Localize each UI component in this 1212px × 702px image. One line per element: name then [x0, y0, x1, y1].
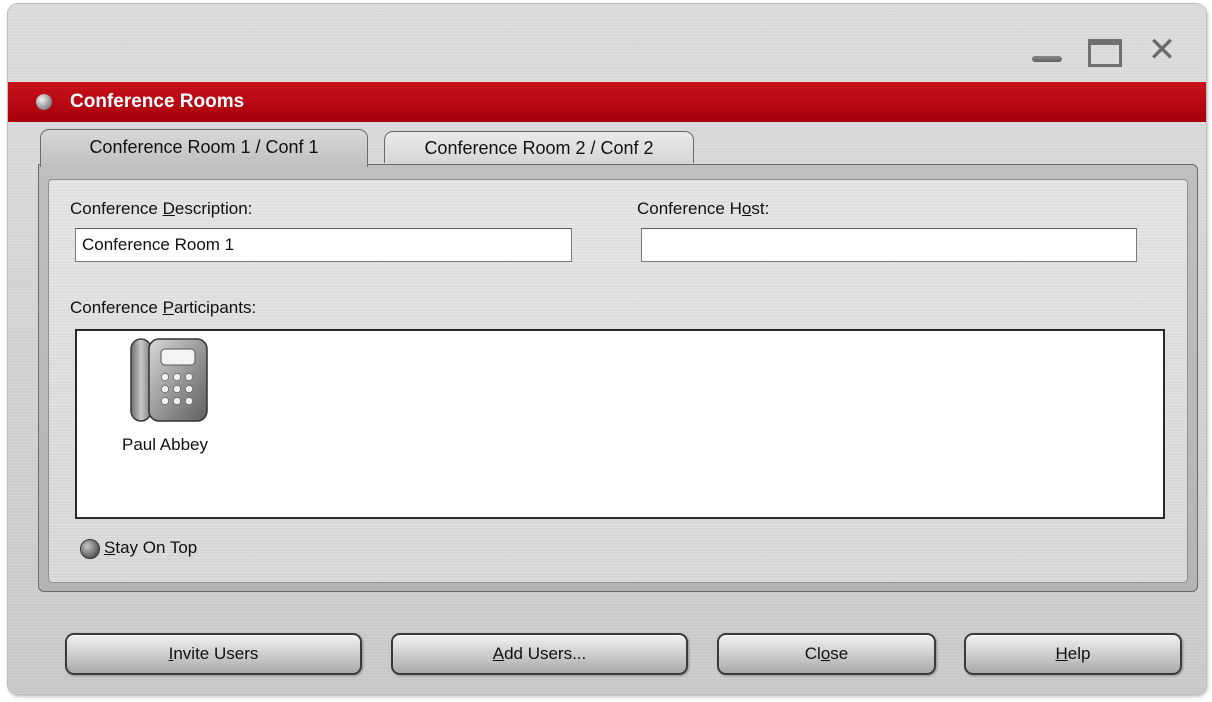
- conference-description-input[interactable]: Conference Room 1: [75, 228, 572, 262]
- conference-participants-label: Conference Participants:: [70, 298, 257, 317]
- title-status-icon: [36, 94, 52, 110]
- stay-on-top-label: Stay On Top: [104, 538, 198, 557]
- tab-conference-room-2[interactable]: Conference Room 2 / Conf 2: [384, 131, 694, 163]
- title-bar: Conference Rooms: [8, 82, 1206, 122]
- conference-host-input[interactable]: [641, 228, 1137, 262]
- window-title: Conference Rooms: [70, 91, 245, 112]
- minimize-button[interactable]: [1032, 56, 1062, 62]
- close-button[interactable]: Close: [717, 633, 936, 675]
- invite-users-button[interactable]: Invite Users: [65, 633, 362, 675]
- help-button[interactable]: Help: [964, 633, 1182, 675]
- conference-host-label: Conference Host:: [637, 199, 770, 218]
- desk-phone-icon: [130, 338, 208, 422]
- add-users-button[interactable]: Add Users...: [391, 633, 688, 675]
- tab-conference-room-1[interactable]: Conference Room 1 / Conf 1: [40, 129, 368, 167]
- conference-rooms-window: ✕ Conference Rooms Conference Room 1 / C…: [8, 4, 1206, 694]
- close-window-button[interactable]: ✕: [1144, 32, 1180, 68]
- participant-name: Paul Abbey: [121, 435, 208, 454]
- stay-on-top-radio[interactable]: [80, 539, 100, 559]
- participant-item[interactable]: Paul Abbey: [105, 335, 225, 455]
- maximize-button[interactable]: [1088, 39, 1122, 67]
- participants-list[interactable]: Paul Abbey: [75, 329, 1165, 519]
- conference-description-label: Conference Description:: [70, 199, 253, 218]
